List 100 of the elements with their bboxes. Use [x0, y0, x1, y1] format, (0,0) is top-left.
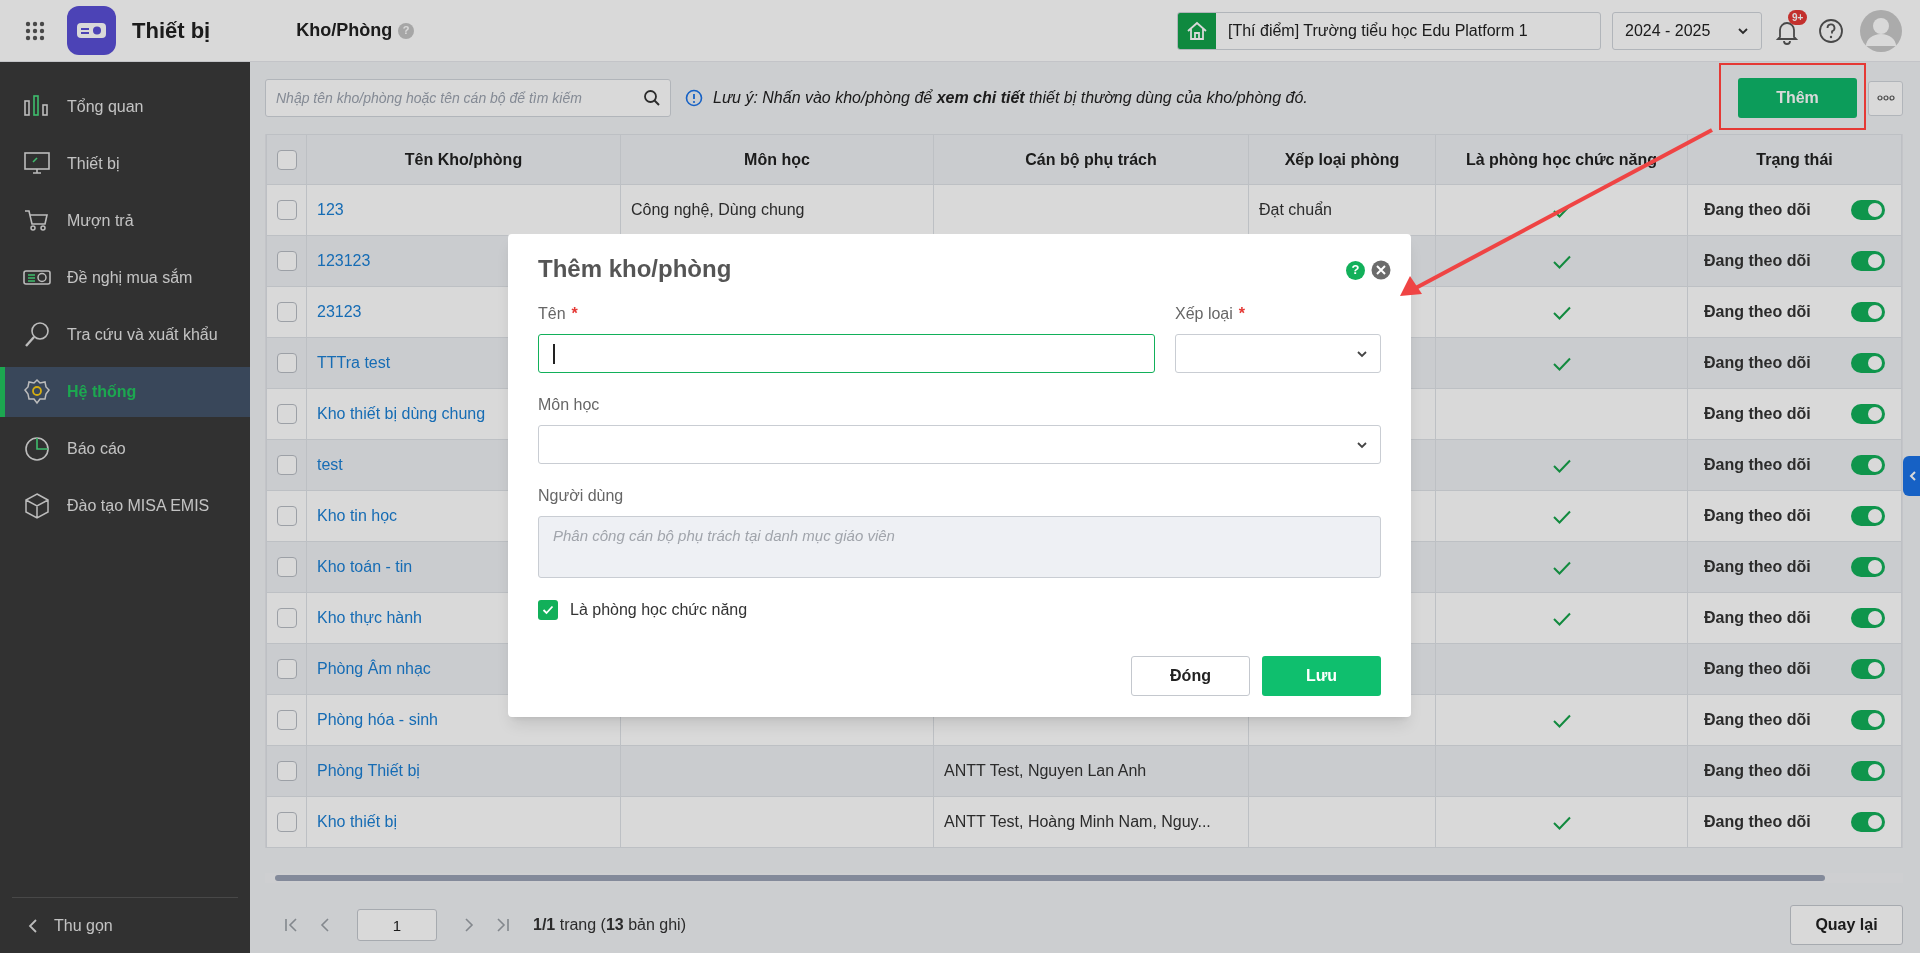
- column-header: Cán bộ phụ trách: [1025, 150, 1157, 168]
- page-summary: 1/1 trang (13 bản ghi): [533, 915, 686, 935]
- close-icon[interactable]: [1371, 260, 1391, 280]
- school-selector[interactable]: [Thí điểm] Trường tiểu học Edu Platform 1: [1177, 11, 1601, 50]
- select-all-checkbox[interactable]: [276, 149, 297, 170]
- field-label: Môn học: [538, 395, 600, 415]
- room-link[interactable]: Kho thực hành: [317, 609, 422, 626]
- row-checkbox[interactable]: [276, 302, 297, 322]
- more-button[interactable]: [1868, 80, 1903, 116]
- row-checkbox[interactable]: [276, 506, 297, 526]
- toggle-switch[interactable]: [1851, 302, 1885, 322]
- row-checkbox[interactable]: [276, 557, 297, 577]
- check-icon: [1551, 814, 1572, 831]
- toggle-switch[interactable]: [1851, 659, 1885, 679]
- toggle-switch[interactable]: [1851, 761, 1885, 781]
- toggle-switch[interactable]: [1851, 812, 1885, 832]
- status-text: Đang theo dõi: [1704, 200, 1811, 220]
- toggle-switch[interactable]: [1851, 353, 1885, 373]
- row-checkbox[interactable]: [276, 200, 297, 220]
- status-text: Đang theo dõi: [1704, 608, 1811, 628]
- toggle-switch[interactable]: [1851, 506, 1885, 526]
- add-button[interactable]: Thêm: [1738, 78, 1857, 118]
- row-checkbox[interactable]: [276, 404, 297, 424]
- house-icon: [1186, 19, 1208, 42]
- first-page-icon[interactable]: [283, 917, 299, 933]
- select-field[interactable]: [1175, 334, 1381, 373]
- row-checkbox[interactable]: [276, 659, 297, 679]
- room-link[interactable]: Kho toán - tin: [317, 558, 413, 575]
- room-link[interactable]: Phòng Âm nhạc: [317, 660, 431, 677]
- table-cell: ANTT Test, Hoàng Minh Nam, Nguy...: [944, 813, 1211, 830]
- back-button[interactable]: Quay lại: [1790, 905, 1903, 945]
- toggle-switch[interactable]: [1851, 557, 1885, 577]
- info-icon: [685, 89, 703, 107]
- apps-menu-icon[interactable]: [25, 20, 45, 41]
- pie-chart-icon: [23, 435, 51, 463]
- toggle-switch[interactable]: [1851, 251, 1885, 271]
- check-icon: [542, 605, 554, 615]
- room-link[interactable]: Kho tin học: [317, 507, 398, 524]
- sidebar-item[interactable]: Tổng quan: [0, 82, 250, 132]
- status-text: Đang theo dõi: [1704, 710, 1811, 730]
- chevron-left-icon: [26, 917, 40, 934]
- search-icon: [643, 89, 661, 107]
- magnifier-icon: [23, 321, 51, 349]
- sidebar-item[interactable]: Báo cáo: [0, 424, 250, 474]
- page-input[interactable]: 1: [357, 909, 437, 941]
- room-link[interactable]: TTTra test: [317, 354, 391, 371]
- room-link[interactable]: Kho thiết bị dùng chung: [317, 405, 486, 422]
- row-checkbox[interactable]: [276, 608, 297, 628]
- chevron-left-icon: [1909, 470, 1917, 482]
- room-link[interactable]: 123123: [317, 252, 371, 269]
- toggle-switch[interactable]: [1851, 404, 1885, 424]
- sidebar-item[interactable]: Thiết bị: [0, 139, 250, 189]
- row-checkbox[interactable]: [276, 761, 297, 781]
- functional-room-checkbox[interactable]: [538, 600, 558, 620]
- status-text: Đang theo dõi: [1704, 659, 1811, 679]
- select-field[interactable]: [538, 425, 1381, 464]
- save-button[interactable]: Lưu: [1262, 656, 1381, 696]
- row-checkbox[interactable]: [276, 455, 297, 475]
- help-icon[interactable]: [1818, 17, 1844, 44]
- projector-logo-icon[interactable]: [67, 6, 116, 55]
- status-text: Đang theo dõi: [1704, 557, 1811, 577]
- field-label: Người dùng: [538, 486, 624, 506]
- side-panel-tab[interactable]: [1903, 456, 1920, 496]
- table-cell: ANTT Test, Nguyen Lan Anh: [944, 762, 1147, 779]
- row-checkbox[interactable]: [276, 353, 297, 373]
- sidebar-item[interactable]: Đề nghị mua sắm: [0, 253, 250, 303]
- sidebar-item[interactable]: Hệ thống: [0, 367, 250, 417]
- sidebar-item[interactable]: Mượn trả: [0, 196, 250, 246]
- cube-icon: [23, 492, 51, 520]
- year-selector[interactable]: 2024 - 2025: [1612, 11, 1762, 50]
- status-text: Đang theo dõi: [1704, 302, 1811, 322]
- row-checkbox[interactable]: [276, 710, 297, 730]
- row-checkbox[interactable]: [276, 251, 297, 271]
- toggle-switch[interactable]: [1851, 200, 1885, 220]
- room-link[interactable]: 123: [317, 201, 344, 218]
- status-text: Đang theo dõi: [1704, 455, 1811, 475]
- close-button[interactable]: Đóng: [1131, 656, 1250, 696]
- room-link[interactable]: Phòng hóa - sinh: [317, 711, 438, 728]
- room-link[interactable]: 23123: [317, 303, 362, 320]
- required-mark: *: [571, 304, 578, 324]
- sidebar-item[interactable]: Tra cứu và xuất khẩu: [0, 310, 250, 360]
- status-text: Đang theo dõi: [1704, 812, 1811, 832]
- check-icon: [1551, 610, 1572, 627]
- row-checkbox[interactable]: [276, 812, 297, 832]
- room-link[interactable]: Phòng Thiết bị: [317, 762, 420, 779]
- avatar-icon[interactable]: [1860, 9, 1902, 52]
- toggle-switch[interactable]: [1851, 608, 1885, 628]
- search-field[interactable]: Nhập tên kho/phòng hoặc tên cán bộ để tìm kiếm: [265, 79, 671, 117]
- last-page-icon[interactable]: [495, 917, 511, 933]
- table-cell: Công nghệ, Dùng chung: [631, 201, 805, 218]
- room-link[interactable]: test: [317, 456, 343, 473]
- sidebar-item[interactable]: Đào tạo MISA EMIS: [0, 481, 250, 531]
- help-icon[interactable]: ?: [1346, 260, 1365, 280]
- required-mark: *: [1238, 304, 1246, 324]
- toggle-switch[interactable]: [1851, 710, 1885, 730]
- room-link[interactable]: Kho thiết bị: [317, 813, 398, 830]
- name-input[interactable]: [538, 334, 1155, 373]
- collapse-button[interactable]: Thu gọn: [12, 897, 238, 953]
- table-cell: Đạt chuẩn: [1259, 201, 1332, 218]
- toggle-switch[interactable]: [1851, 455, 1885, 475]
